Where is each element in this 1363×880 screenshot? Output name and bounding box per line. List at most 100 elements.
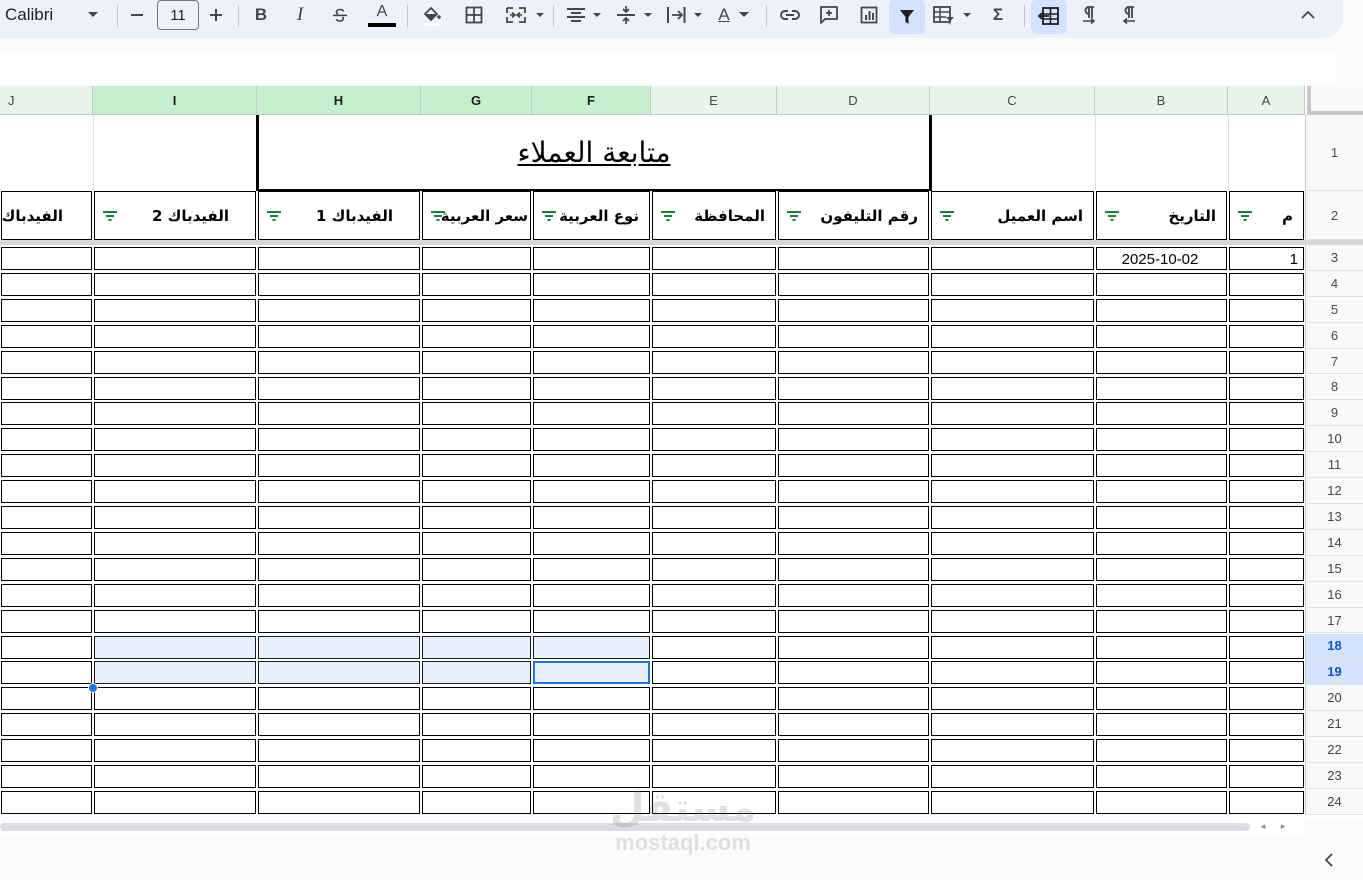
cell-B15[interactable] [1096,557,1227,581]
cell-I13[interactable] [94,506,256,529]
cell-G15[interactable] [422,557,531,581]
cell-F21[interactable] [533,713,650,737]
cell-I4[interactable] [94,272,256,296]
row-header-13[interactable]: 13 [1305,504,1363,530]
cell-B21[interactable] [1096,713,1227,737]
cell-F3[interactable] [533,247,650,270]
cell-I24[interactable] [94,790,256,814]
cell-J16[interactable] [1,583,92,607]
cell-B12[interactable] [1096,480,1227,504]
cell-E15[interactable] [652,557,776,581]
cell-J21[interactable] [1,713,92,737]
cell-H18[interactable] [258,635,420,659]
cell-H4[interactable] [258,272,420,296]
cell-D9[interactable] [778,402,929,426]
strikethrough-icon[interactable] [329,0,351,30]
cell-G7[interactable] [422,350,531,374]
cell-C16[interactable] [931,583,1094,607]
cell-D19[interactable] [778,661,929,685]
cell-A24[interactable] [1229,790,1304,814]
cell-B19[interactable] [1096,661,1227,685]
cell-I3[interactable] [94,247,256,270]
cell-A20[interactable] [1229,687,1304,711]
cell-A15[interactable] [1229,557,1304,581]
cell-D10[interactable] [778,428,929,452]
cell-E14[interactable] [652,531,776,555]
text-color-icon[interactable]: A [367,0,397,30]
cell-G22[interactable] [422,739,531,763]
horizontal-align-icon[interactable] [564,0,606,30]
cell-C6[interactable] [931,324,1094,348]
column-header-d[interactable]: D [777,86,930,115]
cell-E24[interactable] [652,790,776,814]
cell-B24[interactable] [1096,790,1227,814]
cell-A4[interactable] [1229,272,1304,296]
cell-H10[interactable] [258,428,420,452]
cell-I19[interactable] [94,661,256,685]
column-header-h[interactable]: H [257,86,421,115]
cell-I18[interactable] [94,635,256,659]
cell-A13[interactable] [1229,506,1304,529]
column-header-g[interactable]: G [421,86,532,115]
cell-H11[interactable] [258,454,420,478]
cell-E22[interactable] [652,739,776,763]
cell-D3[interactable] [778,247,929,270]
cell-B4[interactable] [1096,272,1227,296]
cell-H15[interactable] [258,557,420,581]
minus-icon[interactable] [126,0,148,30]
header-cell-g[interactable]: سعر العربية [422,191,531,240]
cell-A11[interactable] [1229,454,1304,478]
cell-J10[interactable] [1,428,92,452]
row-header-18[interactable]: 18 [1305,633,1363,660]
cell-A5[interactable] [1229,298,1304,322]
cell-J18[interactable] [1,635,92,659]
cell-J20[interactable] [1,687,92,711]
cell-G12[interactable] [422,480,531,504]
cell-E4[interactable] [652,272,776,296]
header-cell-h[interactable]: الفيدباك 1 [258,191,420,240]
row-header-1[interactable]: 1 [1305,115,1363,191]
cell-G11[interactable] [422,454,531,478]
column-header-j[interactable]: J [0,86,93,115]
borders-icon[interactable] [462,0,486,30]
cell-I9[interactable] [94,402,256,426]
cell-D23[interactable] [778,765,929,788]
cell-G21[interactable] [422,713,531,737]
cell-F15[interactable] [533,557,650,581]
row-header-19[interactable]: 19 [1305,659,1363,686]
cell-E18[interactable] [652,635,776,659]
cell-F18[interactable] [533,635,650,659]
cell-F10[interactable] [533,428,650,452]
header-cell-f[interactable]: نوع العربية [533,191,650,240]
cell-I21[interactable] [94,713,256,737]
select-all-corner[interactable] [1307,86,1363,115]
cell-E10[interactable] [652,428,776,452]
cell-J14[interactable] [1,531,92,555]
cell-G8[interactable] [422,376,531,400]
cell-G14[interactable] [422,531,531,555]
chart-icon[interactable] [856,0,882,30]
cell-D13[interactable] [778,506,929,529]
cell-F11[interactable] [533,454,650,478]
row-header-24[interactable]: 24 [1305,788,1363,815]
italic-icon[interactable]: I [289,0,311,30]
cell-G5[interactable] [422,298,531,322]
cell-J19[interactable] [1,661,92,685]
cell-I15[interactable] [94,557,256,581]
cell-H14[interactable] [258,531,420,555]
cell-A19[interactable] [1229,661,1304,685]
cell-A9[interactable] [1229,402,1304,426]
cell-B14[interactable] [1096,531,1227,555]
cell-C23[interactable] [931,765,1094,788]
chevron-left-icon[interactable] [1321,852,1337,868]
cell-F16[interactable] [533,583,650,607]
cell-I7[interactable] [94,350,256,374]
cell-J22[interactable] [1,739,92,763]
cell-B11[interactable] [1096,454,1227,478]
cell-F20[interactable] [533,687,650,711]
row-header-10[interactable]: 10 [1305,426,1363,453]
cell-C14[interactable] [931,531,1094,555]
cell-C20[interactable] [931,687,1094,711]
cell-E6[interactable] [652,324,776,348]
row-header-21[interactable]: 21 [1305,711,1363,738]
